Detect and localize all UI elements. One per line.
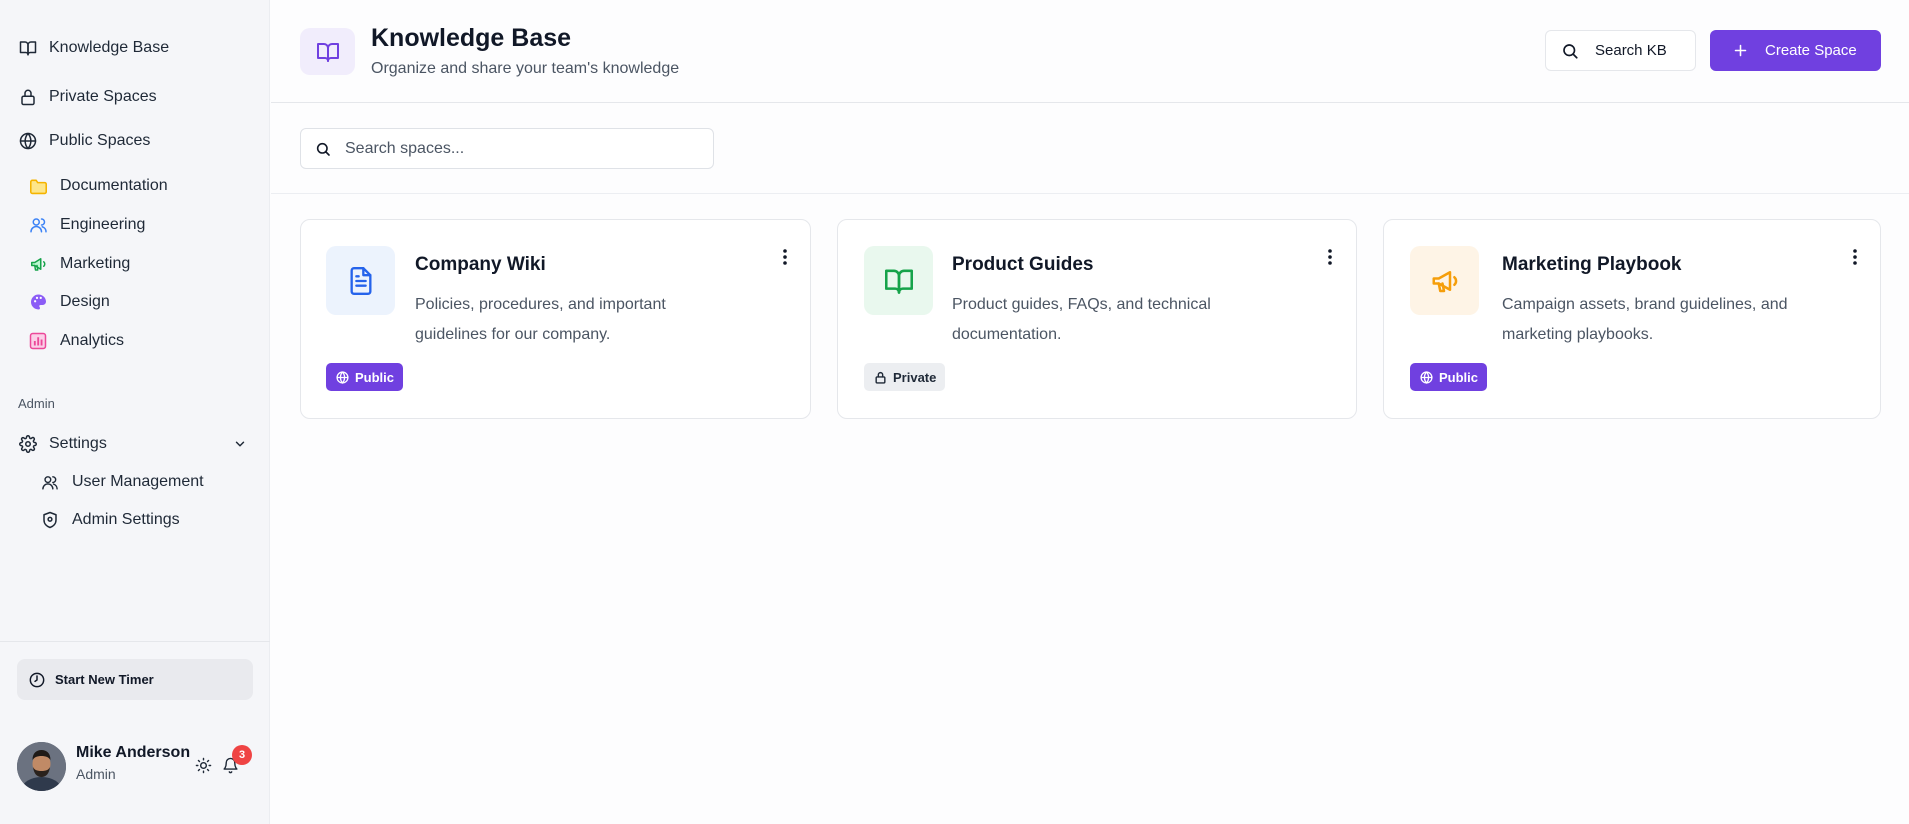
bar-chart-icon: [28, 331, 48, 351]
more-vertical-icon[interactable]: [775, 246, 795, 268]
card-description-line: guidelines for our company.: [415, 326, 611, 343]
notification-count-badge: 3: [232, 745, 252, 765]
space-card-marketing-playbook[interactable]: Marketing Playbook Campaign assets, bran…: [1383, 219, 1881, 419]
globe-icon: [1420, 370, 1433, 384]
sidebar-item-private-spaces[interactable]: Private Spaces: [18, 83, 157, 111]
header-book-icon: [300, 28, 355, 75]
visibility-badge: Public: [1410, 363, 1488, 391]
sidebar-item-label: Design: [60, 293, 110, 310]
more-vertical-icon[interactable]: [1845, 246, 1865, 268]
page-title: Knowledge Base: [371, 24, 572, 52]
clock-icon: [29, 672, 45, 688]
search-kb-button[interactable]: Search KB: [1545, 30, 1696, 71]
sidebar-item-label: Admin Settings: [72, 511, 180, 528]
sidebar-divider: [0, 641, 270, 642]
sidebar-item-admin-settings[interactable]: Admin Settings: [40, 506, 180, 534]
gear-icon: [18, 434, 38, 454]
sun-icon: [195, 757, 212, 774]
create-space-label: Create Space: [1765, 42, 1857, 59]
document-icon: [326, 246, 395, 315]
sidebar-item-label: Public Spaces: [49, 132, 151, 149]
card-title: Company Wiki: [415, 254, 546, 275]
search-icon: [1561, 42, 1579, 60]
search-kb-label: Search KB: [1595, 42, 1667, 59]
shield-icon: [40, 510, 60, 530]
sidebar-item-engineering[interactable]: Engineering: [28, 211, 145, 239]
book-open-icon: [864, 246, 933, 315]
card-title: Marketing Playbook: [1502, 254, 1682, 275]
sidebar-item-label: Analytics: [60, 332, 125, 349]
page-subtitle: Organize and share your team's knowledge: [371, 60, 680, 77]
search-spaces-input[interactable]: [345, 139, 685, 158]
users-icon: [28, 215, 48, 235]
card-description-line: Policies, procedures, and important: [415, 296, 666, 313]
theme-toggle-button[interactable]: [192, 754, 214, 776]
sidebar-item-design[interactable]: Design: [28, 288, 110, 316]
globe-icon: [336, 370, 349, 384]
sidebar-item-analytics[interactable]: Analytics: [28, 327, 124, 355]
sidebar-item-marketing[interactable]: Marketing: [28, 250, 130, 278]
visibility-badge: Public: [326, 363, 404, 391]
card-description-line: marketing playbooks.: [1502, 326, 1654, 343]
sidebar-item-label: Settings: [49, 435, 107, 452]
visibility-label: Public: [355, 369, 395, 385]
sidebar-item-label: Documentation: [60, 177, 168, 194]
lock-icon: [18, 87, 38, 107]
avatar[interactable]: [17, 742, 66, 791]
search-spaces-field[interactable]: [300, 128, 714, 169]
sidebar-item-user-management[interactable]: User Management: [40, 468, 204, 496]
more-vertical-icon[interactable]: [1320, 246, 1340, 268]
sidebar-item-label: Engineering: [60, 216, 146, 233]
space-card-company-wiki[interactable]: Company Wiki Policies, procedures, and i…: [300, 219, 811, 419]
book-icon: [18, 38, 38, 58]
create-space-button[interactable]: Create Space: [1710, 30, 1881, 71]
sidebar-item-label: User Management: [72, 473, 204, 490]
sidebar-item-label: Private Spaces: [49, 88, 157, 105]
card-description-line: Campaign assets, brand guidelines, and: [1502, 296, 1788, 313]
card-description: Campaign assets, brand guidelines, and m…: [1502, 290, 1788, 350]
palette-icon: [28, 292, 48, 312]
sidebar-item-settings[interactable]: Settings: [18, 430, 107, 458]
card-description: Product guides, FAQs, and technical docu…: [952, 290, 1211, 350]
sidebar-item-documentation[interactable]: Documentation: [28, 172, 168, 200]
chevron-down-icon[interactable]: [230, 434, 250, 454]
sidebar: Knowledge Base Private Spaces Public Spa…: [0, 0, 270, 824]
lock-icon: [874, 371, 887, 384]
visibility-label: Private: [893, 369, 937, 385]
megaphone-icon: [1410, 246, 1479, 315]
users-icon: [40, 472, 60, 492]
search-icon: [315, 141, 331, 157]
visibility-badge: Private: [864, 363, 946, 391]
sidebar-section-admin: Admin: [18, 396, 55, 411]
visibility-label: Public: [1439, 369, 1479, 385]
card-description: Policies, procedures, and important guid…: [415, 290, 666, 350]
folder-icon: [28, 176, 48, 196]
user-role: Admin: [76, 766, 116, 782]
card-title: Product Guides: [952, 254, 1094, 275]
sidebar-item-label: Knowledge Base: [49, 39, 170, 56]
start-timer-label: Start New Timer: [55, 672, 154, 687]
sidebar-item-public-spaces[interactable]: Public Spaces: [18, 127, 150, 155]
globe-icon: [18, 131, 38, 151]
card-description-line: Product guides, FAQs, and technical: [952, 296, 1211, 313]
sidebar-item-knowledge-base[interactable]: Knowledge Base: [18, 34, 169, 62]
space-card-product-guides[interactable]: Product Guides Product guides, FAQs, and…: [837, 219, 1357, 419]
user-name: Mike Anderson: [76, 744, 191, 761]
megaphone-icon: [28, 254, 48, 274]
start-timer-button[interactable]: Start New Timer: [17, 659, 253, 700]
plus-icon: [1733, 43, 1748, 58]
sidebar-item-label: Marketing: [60, 255, 131, 272]
card-description-line: documentation.: [952, 326, 1062, 343]
